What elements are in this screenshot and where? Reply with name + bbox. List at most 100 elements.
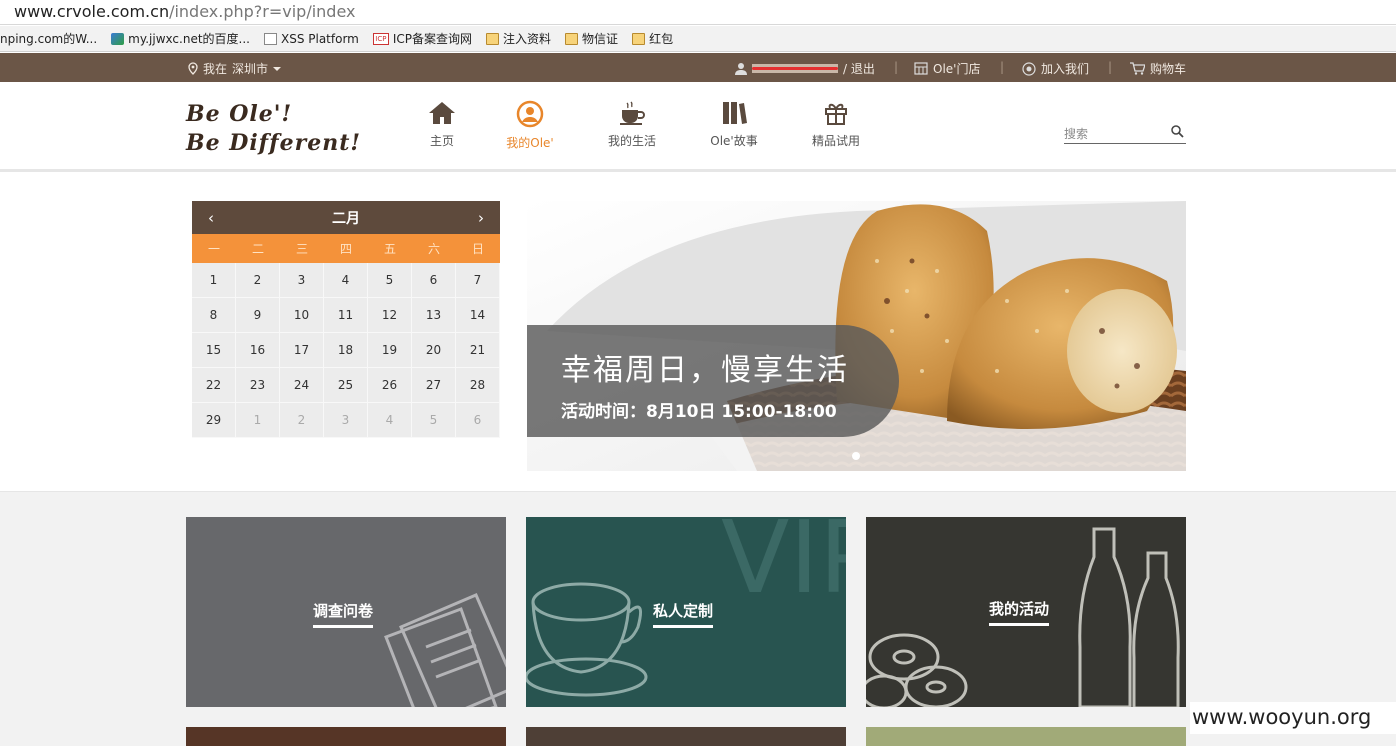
nav-ole-story[interactable]: Ole'故事 <box>689 100 779 149</box>
tile-label: 私人定制 <box>653 600 714 628</box>
calendar: ‹ 二月 › 一二三四五六日 1 2 3 4 5 6 7 8 9 10 11 12 13 14 15 16 17… <box>192 201 500 438</box>
calendar-day[interactable]: 4 <box>324 263 368 298</box>
calendar-day[interactable]: 2 <box>236 263 280 298</box>
site-logo[interactable]: Be Ole'! Be Different! <box>186 100 361 158</box>
url-path: /index.php?r=vip/index <box>169 2 356 21</box>
bookmark-item[interactable]: ICP ICP备案查询网 <box>372 30 473 47</box>
search-input[interactable]: 搜索 <box>1064 124 1186 144</box>
calendar-day[interactable]: 13 <box>412 298 456 333</box>
calendar-day[interactable]: 27 <box>412 368 456 403</box>
site-topbar: 我在 深圳市 / 退出 | Ole'门店 | 加入我们 | 购物车 <box>0 53 1396 82</box>
calendar-day[interactable]: 6 <box>412 263 456 298</box>
weekday-label: 二 <box>251 242 264 256</box>
cart-label: 购物车 <box>1150 62 1187 76</box>
calendar-day[interactable]: 12 <box>368 298 412 333</box>
folder-icon <box>632 32 646 45</box>
browser-url-bar[interactable]: www.crvole.com.cn/index.php?r=vip/index <box>0 0 1396 25</box>
separator: | <box>1000 60 1005 74</box>
tile-strip[interactable] <box>186 727 506 746</box>
bookmark-item[interactable]: nping.com的W... <box>0 30 97 47</box>
weekday-label: 日 <box>471 242 484 256</box>
calendar-day[interactable]: 25 <box>324 368 368 403</box>
nav-my-life[interactable]: 我的生活 <box>587 100 677 149</box>
site-header: Be Ole'! Be Different! 主页 我的Ole' 我的生活 Ol… <box>0 82 1396 172</box>
city-name: 深圳市 <box>232 62 269 76</box>
calendar-day[interactable]: 18 <box>324 333 368 368</box>
bookmark-item[interactable]: 红包 <box>632 30 673 47</box>
tile-activities[interactable]: 我的活动 <box>866 517 1186 707</box>
calendar-grid: 1 2 3 4 5 6 7 8 9 10 11 12 13 14 15 16 17 18 19 20 21 22 23 24 2… <box>192 263 500 438</box>
calendar-day[interactable]: 28 <box>456 368 500 403</box>
tile-strip[interactable] <box>526 727 846 746</box>
calendar-day[interactable]: 14 <box>456 298 500 333</box>
carousel-dot[interactable] <box>852 452 860 460</box>
calendar-day[interactable]: 3 <box>324 403 368 438</box>
calendar-day[interactable]: 2 <box>280 403 324 438</box>
home-icon <box>429 102 455 124</box>
bookmark-label: my.jjwxc.net的百度... <box>128 32 250 46</box>
books-icon <box>723 102 747 124</box>
folder-icon <box>486 32 500 45</box>
calendar-day[interactable]: 22 <box>192 368 236 403</box>
calendar-day[interactable]: 3 <box>280 263 324 298</box>
calendar-day[interactable]: 19 <box>368 333 412 368</box>
weekday-label: 四 <box>339 242 352 256</box>
store-link[interactable]: Ole'门店 <box>914 60 980 77</box>
calendar-day[interactable]: 4 <box>368 403 412 438</box>
search-placeholder: 搜索 <box>1064 127 1089 141</box>
bookmark-label: 注入资料 <box>503 32 552 46</box>
nav-my-ole[interactable]: 我的Ole' <box>485 100 575 151</box>
calendar-day[interactable]: 26 <box>368 368 412 403</box>
calendar-day[interactable]: 11 <box>324 298 368 333</box>
bookmark-item[interactable]: my.jjwxc.net的百度... <box>111 30 250 47</box>
nav-label: 主页 <box>429 134 454 148</box>
caret-down-icon <box>273 66 282 71</box>
logout-link[interactable]: / 退出 <box>843 60 875 77</box>
separator: | <box>894 60 899 74</box>
bookmark-item[interactable]: 注入资料 <box>486 30 551 47</box>
watermark: www.wooyun.org <box>1190 702 1396 734</box>
calendar-day[interactable]: 9 <box>236 298 280 333</box>
cart-link[interactable]: 购物车 <box>1130 60 1186 77</box>
calendar-day[interactable]: 1 <box>192 263 236 298</box>
bookmark-item[interactable]: XSS Platform <box>263 31 359 46</box>
bookmark-label: XSS Platform <box>280 31 359 46</box>
calendar-day[interactable]: 16 <box>236 333 280 368</box>
store-icon <box>914 62 928 75</box>
nav-home[interactable]: 主页 <box>397 100 487 149</box>
calendar-day[interactable]: 8 <box>192 298 236 333</box>
calendar-day[interactable]: 7 <box>456 263 500 298</box>
bookmark-item[interactable]: 物信证 <box>565 30 618 47</box>
bookmark-label: 红包 <box>649 32 674 46</box>
calendar-day[interactable]: 23 <box>236 368 280 403</box>
calendar-day[interactable]: 21 <box>456 333 500 368</box>
calendar-day[interactable]: 1 <box>236 403 280 438</box>
calendar-weekdays: 一二三四五六日 <box>192 234 500 263</box>
calendar-day[interactable]: 10 <box>280 298 324 333</box>
location-prefix: 我在 <box>203 62 228 76</box>
join-link[interactable]: 加入我们 <box>1022 60 1089 77</box>
calendar-header: ‹ 二月 › <box>192 201 500 234</box>
location-selector[interactable]: 我在 深圳市 <box>188 60 282 77</box>
prev-month-button[interactable]: ‹ <box>208 209 214 227</box>
icp-icon: ICP <box>372 32 389 45</box>
tile-custom[interactable]: VIP 私人定制 <box>526 517 846 707</box>
tile-survey[interactable]: 调查问卷 <box>186 517 506 707</box>
calendar-day[interactable]: 17 <box>280 333 324 368</box>
calendar-day[interactable]: 5 <box>412 403 456 438</box>
calendar-day[interactable]: 24 <box>280 368 324 403</box>
calendar-day[interactable]: 20 <box>412 333 456 368</box>
gift-icon <box>825 103 847 125</box>
next-month-button[interactable]: › <box>478 209 484 227</box>
nav-trial[interactable]: 精品试用 <box>791 100 881 149</box>
bookmark-label: ICP备案查询网 <box>392 32 473 46</box>
tile-strip[interactable] <box>866 727 1186 746</box>
calendar-day[interactable]: 29 <box>192 403 236 438</box>
nav-label: 精品试用 <box>811 134 860 148</box>
nav-label: 我的Ole' <box>506 136 554 150</box>
user-icon <box>735 63 747 75</box>
calendar-day[interactable]: 6 <box>456 403 500 438</box>
search-icon[interactable] <box>1171 125 1184 138</box>
calendar-day[interactable]: 5 <box>368 263 412 298</box>
calendar-day[interactable]: 15 <box>192 333 236 368</box>
